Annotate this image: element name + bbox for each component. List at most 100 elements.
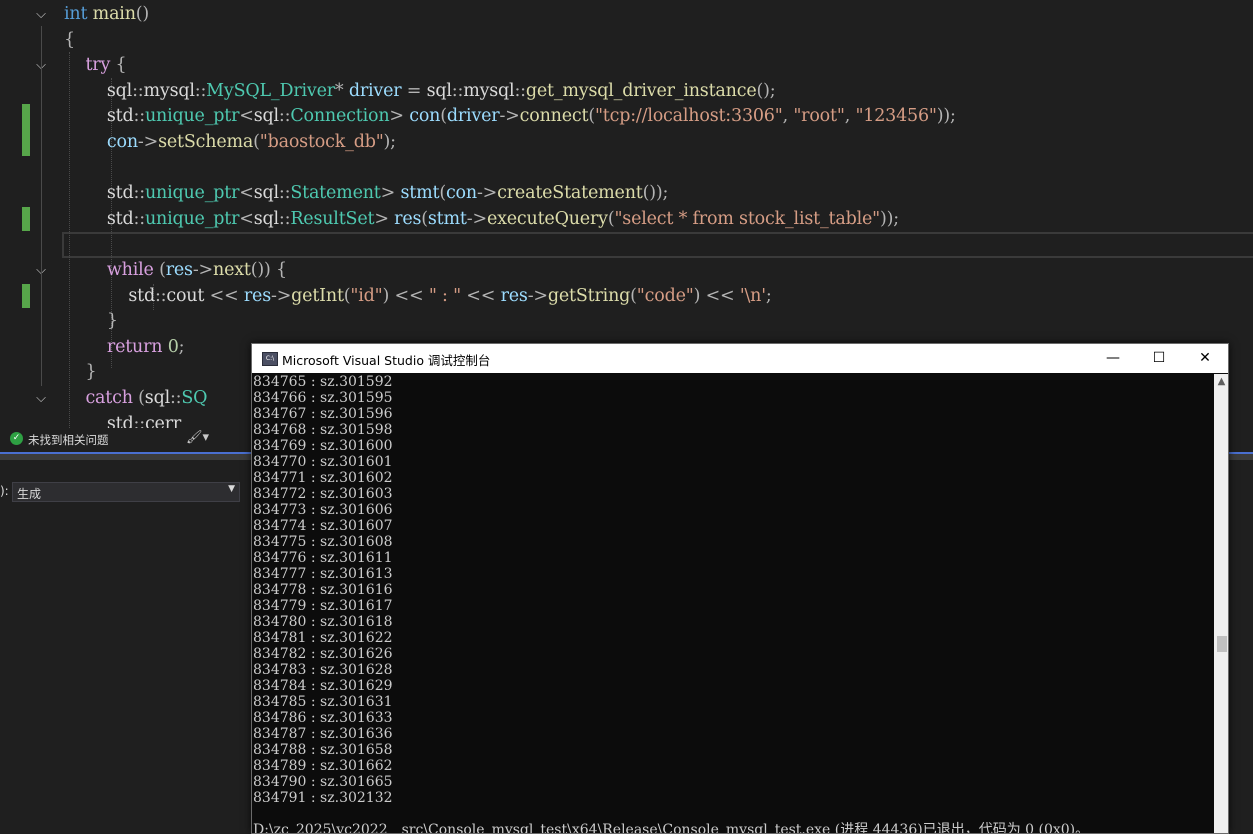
console-line: 834779 : sz.301617 xyxy=(253,598,393,614)
code-token: -> xyxy=(527,285,548,306)
change-marker xyxy=(22,104,30,156)
code-token: std xyxy=(64,413,134,428)
code-token: :: xyxy=(514,80,526,101)
close-button[interactable]: ✕ xyxy=(1182,344,1228,373)
code-line[interactable]: } xyxy=(64,360,96,385)
code-token: getInt xyxy=(291,285,344,306)
console-line: 834772 : sz.301603 xyxy=(253,486,393,502)
code-token: sql xyxy=(64,80,133,101)
code-token: ()); xyxy=(642,183,669,204)
code-token: < xyxy=(239,106,254,127)
code-token: -> xyxy=(137,132,159,152)
console-line: 834789 : sz.301662 xyxy=(253,758,393,774)
code-token: { xyxy=(115,55,127,76)
change-marker xyxy=(22,284,30,308)
code-token: while xyxy=(64,260,160,280)
output-source-select[interactable]: 生成 ▼ xyxy=(12,482,240,502)
code-token: " : " xyxy=(428,285,461,306)
code-token: cerr xyxy=(144,413,182,428)
code-line[interactable]: sql::mysql::MySQL_Driver* driver = sql::… xyxy=(64,79,776,104)
code-line[interactable]: try { xyxy=(64,53,126,78)
code-token: sql xyxy=(253,183,279,204)
code-token: ResultSet xyxy=(290,208,375,229)
console-scrollbar[interactable]: ▲ xyxy=(1214,374,1228,833)
code-token: mysql xyxy=(463,80,515,101)
code-token: :: xyxy=(133,183,146,204)
console-line: 834774 : sz.301607 xyxy=(253,518,393,534)
code-token: "123456" xyxy=(855,106,937,127)
code-token: int xyxy=(64,4,93,24)
code-token: return xyxy=(64,336,168,357)
console-line: 834782 : sz.301626 xyxy=(253,646,393,662)
code-token: sql xyxy=(144,388,170,408)
debug-console-window[interactable]: C:\ Microsoft Visual Studio 调试控制台 — ☐ ✕ … xyxy=(251,343,1229,834)
console-line: 834783 : sz.301628 xyxy=(253,662,393,678)
check-circle-icon: ✓ xyxy=(10,432,23,445)
code-token: "code" xyxy=(636,285,694,306)
scroll-up-icon[interactable]: ▲ xyxy=(1214,376,1228,387)
code-line[interactable]: std::cerr xyxy=(64,412,181,428)
code-token: :: xyxy=(194,80,207,101)
code-line[interactable]: con->setSchema("baostock_db"); xyxy=(64,130,396,155)
code-token: res xyxy=(243,285,271,306)
code-line[interactable]: std::cout << res->getInt("id") << " : " … xyxy=(64,284,772,309)
code-token: )); xyxy=(879,208,899,229)
fold-chevron-icon[interactable]: ⌵ xyxy=(32,6,50,24)
code-line[interactable]: catch (sql::SQ xyxy=(64,386,207,411)
fold-chevron-icon[interactable]: ⌵ xyxy=(32,390,50,408)
console-line: 834769 : sz.301600 xyxy=(253,438,393,454)
console-line: 834777 : sz.301613 xyxy=(253,566,393,582)
console-titlebar[interactable]: C:\ Microsoft Visual Studio 调试控制台 — ☐ ✕ xyxy=(252,344,1228,373)
code-token: connect xyxy=(519,106,589,127)
maximize-button[interactable]: ☐ xyxy=(1136,344,1182,373)
code-token: ( xyxy=(421,208,428,229)
code-token: con xyxy=(64,132,138,152)
console-line: 834780 : sz.301618 xyxy=(253,614,393,630)
console-line: 834765 : sz.301592 xyxy=(253,374,393,390)
console-line: 834776 : sz.301611 xyxy=(253,550,393,566)
code-line[interactable]: } xyxy=(64,309,118,334)
minimize-button[interactable]: — xyxy=(1090,344,1136,373)
code-token: ) << xyxy=(382,285,429,306)
code-token: executeQuery xyxy=(486,208,608,229)
code-line[interactable]: std::unique_ptr<sql::Connection> con(dri… xyxy=(64,104,956,129)
code-token: ()) { xyxy=(250,260,287,280)
code-token: "baostock_db" xyxy=(259,132,384,152)
console-line: 834781 : sz.301622 xyxy=(253,630,393,646)
code-token: < xyxy=(239,208,254,229)
code-token: stmt xyxy=(427,208,467,229)
code-token: ( xyxy=(440,106,447,127)
code-token: setSchema xyxy=(158,132,254,152)
code-cleanup-icon[interactable]: 🖌▾ xyxy=(186,430,209,445)
console-app-icon: C:\ xyxy=(262,352,278,366)
code-token: "tcp://localhost:3306" xyxy=(594,106,783,127)
code-token: ) << xyxy=(693,285,740,306)
code-line[interactable]: int main() xyxy=(64,2,149,27)
console-line: 834766 : sz.301595 xyxy=(253,390,393,406)
code-token: ; xyxy=(765,285,772,306)
code-token: Statement xyxy=(290,183,381,204)
code-line[interactable]: { xyxy=(64,28,75,53)
code-token: :: xyxy=(278,183,291,204)
scrollbar-thumb[interactable] xyxy=(1217,636,1227,652)
code-token: MySQL_Driver xyxy=(206,80,335,101)
console-line: D:\zc_2025\vc2022__src\Console_mysql_tes… xyxy=(253,822,1090,834)
code-token: getString xyxy=(547,285,631,306)
code-token: << xyxy=(204,285,244,306)
code-token: unique_ptr xyxy=(144,183,240,204)
code-line[interactable]: return 0; xyxy=(64,335,185,360)
code-token: :: xyxy=(154,285,167,306)
code-line[interactable]: std::unique_ptr<sql::Statement> stmt(con… xyxy=(64,181,669,206)
code-token: , xyxy=(782,106,794,127)
code-token: ); xyxy=(383,132,397,152)
code-token: -> xyxy=(466,208,487,229)
code-token: catch xyxy=(64,388,139,408)
code-token: > xyxy=(380,183,401,204)
code-token: main xyxy=(92,4,136,24)
code-token: -> xyxy=(476,183,498,204)
code-line[interactable]: std::unique_ptr<sql::ResultSet> res(stmt… xyxy=(64,207,899,232)
console-line: 834790 : sz.301665 xyxy=(253,774,393,790)
code-token: -> xyxy=(499,106,520,127)
issues-status[interactable]: 未找到相关问题 xyxy=(28,432,109,448)
code-line[interactable]: while (res->next()) { xyxy=(64,258,287,283)
